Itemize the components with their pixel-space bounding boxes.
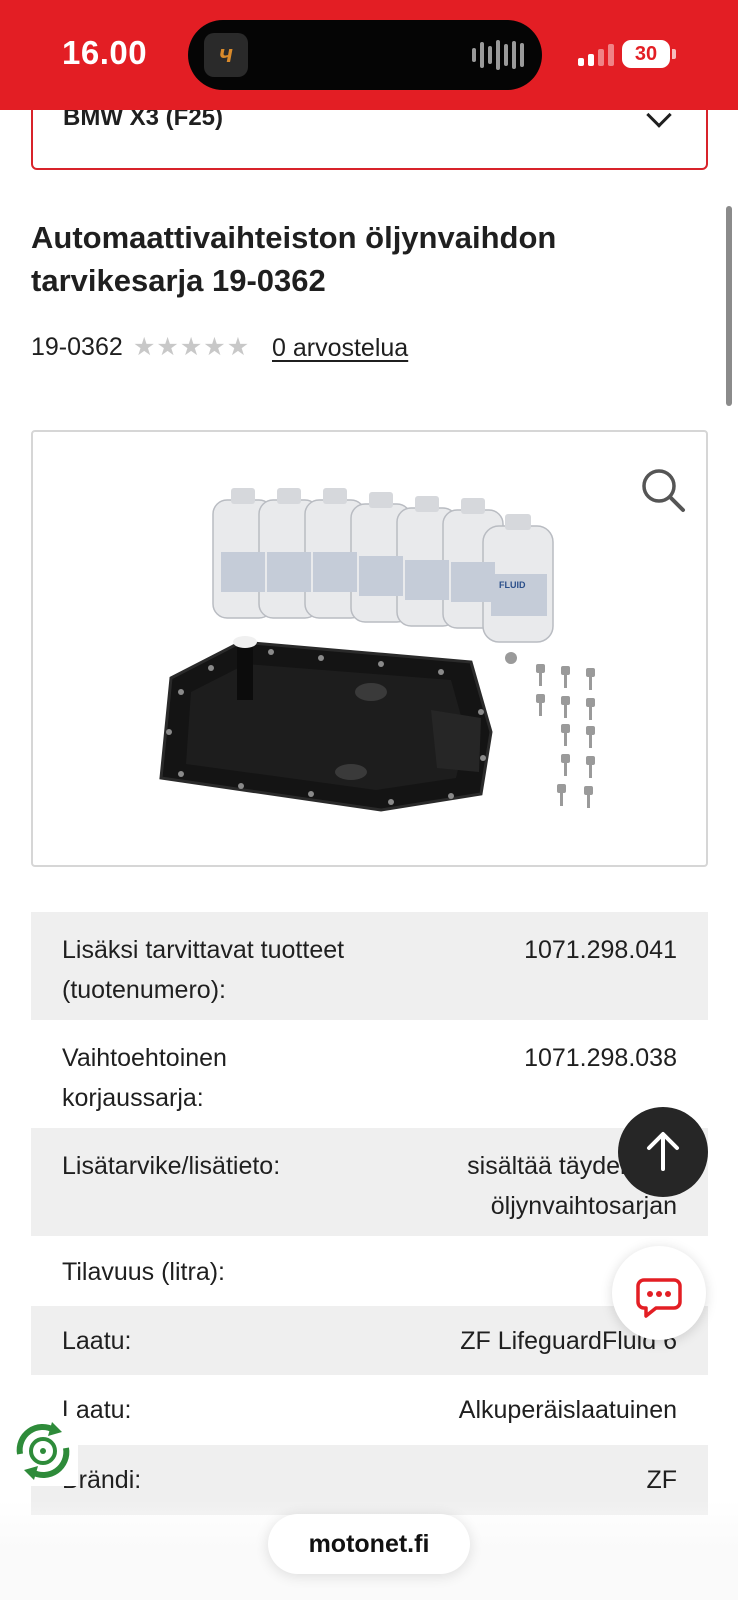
status-bar: 16.00 ч 30: [0, 0, 738, 110]
spec-row: Laatu: Alkuperäislaatuinen: [31, 1375, 708, 1445]
chat-bubble-icon: [636, 1278, 682, 1318]
spec-row: Lisätarvike/lisätieto: sisältää täydelli…: [31, 1128, 708, 1236]
product-image-container[interactable]: FLUID: [31, 430, 708, 867]
address-bar[interactable]: motonet.fi: [268, 1514, 470, 1574]
eco-badge[interactable]: [8, 1416, 78, 1486]
spec-row: Vaihtoehtoinen korjaussarja: 1071.298.03…: [31, 1020, 708, 1128]
battery-tip: [672, 49, 676, 59]
arrow-up-icon: [647, 1132, 679, 1171]
spec-value: Alkuperäislaatuinen: [458, 1396, 677, 1424]
audio-waveform-icon: [472, 40, 524, 70]
spec-label: Lisätarvike/lisätieto:: [62, 1152, 281, 1180]
product-sku: 19-0362: [31, 333, 123, 361]
star-icon: ★: [179, 333, 203, 361]
star-icon: ★: [133, 333, 156, 361]
product-title: Automaattivaihteiston öljynvaihdon tarvi…: [31, 220, 557, 298]
status-time: 16.00: [62, 34, 148, 71]
spec-value: 1071.298.041: [524, 936, 677, 964]
spec-row: Lisäksi tarvittavat tuotteet (tuotenumer…: [31, 912, 708, 1020]
magnifier-icon[interactable]: [639, 466, 687, 514]
rating-stars: ★ ★ ★ ★ ★: [133, 332, 249, 362]
spec-label: Lisäksi tarvittavat tuotteet (tuotenumer…: [62, 936, 345, 1004]
star-icon: ★: [226, 333, 250, 361]
live-activity-app-icon: ч: [204, 33, 248, 77]
page-scrollbar[interactable]: [726, 206, 732, 406]
dynamic-island: ч: [188, 20, 542, 90]
battery-indicator: 30: [622, 40, 670, 68]
cellular-signal-icon: [578, 42, 614, 66]
svg-text:FLUID: FLUID: [499, 580, 526, 590]
spec-label: Vaihtoehtoinen korjaussarja:: [62, 1044, 227, 1112]
spec-label: Tilavuus (litra):: [62, 1258, 225, 1286]
chat-button[interactable]: [612, 1246, 706, 1340]
product-image: FLUID: [159, 488, 595, 812]
spec-label: Laatu:: [62, 1327, 132, 1355]
eco-badge-icon: [16, 1422, 70, 1480]
reviews-link[interactable]: 0 arvostelua: [272, 334, 408, 363]
spec-row: Tilavuus (litra):: [31, 1236, 708, 1306]
spec-row: Laatu: ZF LifeguardFluid 6: [31, 1306, 708, 1375]
scroll-to-top-button[interactable]: [618, 1107, 708, 1197]
star-icon: ★: [203, 333, 226, 361]
specs-table: Lisäksi tarvittavat tuotteet (tuotenumer…: [31, 912, 708, 1515]
star-icon: ★: [156, 333, 179, 361]
